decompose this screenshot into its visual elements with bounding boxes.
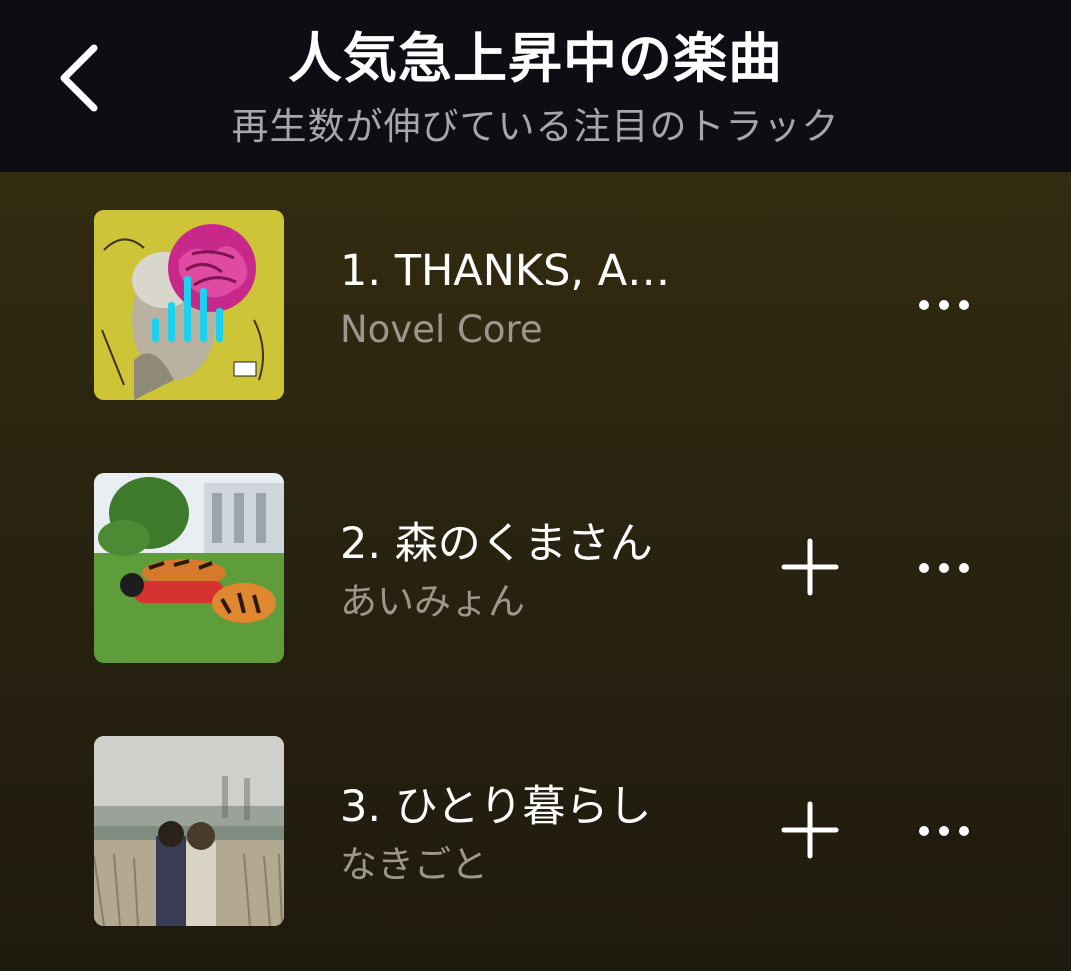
more-options-button[interactable]: [912, 553, 976, 583]
more-options-button[interactable]: [912, 816, 976, 846]
page-subtitle: 再生数が伸びている注目のトラック: [231, 105, 840, 148]
album-cover[interactable]: [94, 473, 284, 663]
page-title: 人気急上昇中の楽曲: [288, 27, 783, 90]
album-cover[interactable]: [94, 210, 284, 400]
more-options-button[interactable]: [912, 290, 976, 320]
add-to-library-button[interactable]: [778, 535, 842, 599]
track-title: 1. THANKS, A…: [340, 246, 671, 296]
more-horizontal-icon: [919, 300, 969, 310]
track-row[interactable]: 3. ひとり暮らし なきごと: [0, 736, 1071, 926]
track-artist[interactable]: Novel Core: [340, 308, 543, 351]
track-row[interactable]: 2. 森のくまさん あいみょん: [0, 473, 1071, 663]
album-cover[interactable]: [94, 736, 284, 926]
more-horizontal-icon: [919, 563, 969, 573]
add-to-library-button[interactable]: [778, 798, 842, 862]
track-title: 2. 森のくまさん: [340, 519, 653, 569]
track-artist[interactable]: なきごと: [340, 834, 488, 888]
plus-icon: [781, 801, 839, 859]
album-cover-art: [94, 210, 284, 400]
album-cover-art: [94, 736, 284, 926]
album-cover-art: [94, 473, 284, 663]
track-artist[interactable]: あいみょん: [340, 571, 525, 625]
track-title: 3. ひとり暮らし: [340, 782, 652, 832]
plus-icon: [781, 538, 839, 596]
more-horizontal-icon: [919, 826, 969, 836]
track-row[interactable]: 1. THANKS, A… Novel Core: [0, 210, 1071, 400]
header-bar: 人気急上昇中の楽曲 再生数が伸びている注目のトラック: [0, 0, 1071, 172]
